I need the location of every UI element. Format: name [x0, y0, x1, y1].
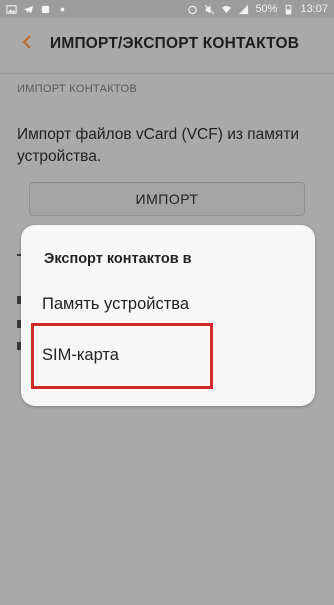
export-dialog: Экспорт контактов в Память устройства SI… — [21, 225, 315, 406]
option-sim-card[interactable]: SIM-карта — [42, 346, 119, 365]
option-device-memory[interactable]: Память устройства — [42, 295, 189, 314]
import-button[interactable]: ИМПОРТ — [29, 182, 305, 216]
status-right-icons: 50% 13:07 — [187, 3, 328, 15]
back-button[interactable] — [6, 18, 48, 70]
more-notifications-icon — [57, 4, 68, 15]
mute-icon — [204, 4, 215, 15]
battery-icon — [283, 4, 294, 15]
page-title: ИМПОРТ/ЭКСПОРТ КОНТАКТОВ — [50, 35, 300, 52]
wifi-icon — [221, 4, 232, 15]
signal-icon — [238, 4, 249, 15]
status-left-icons — [6, 4, 68, 15]
back-arrow-icon — [19, 34, 35, 55]
status-bar: 50% 13:07 — [0, 0, 334, 18]
telegram-icon — [23, 4, 34, 15]
battery-percent: 50% — [255, 3, 278, 15]
notification-icon — [40, 4, 51, 15]
image-icon — [6, 4, 17, 15]
clock: 13:07 — [300, 3, 328, 15]
alarm-icon — [187, 4, 198, 15]
import-description: Импорт файлов vCard (VCF) из памяти устр… — [17, 126, 300, 165]
action-bar: ИМПОРТ/ЭКСПОРТ КОНТАКТОВ — [0, 18, 334, 70]
divider — [0, 73, 334, 74]
dialog-title: Экспорт контактов в — [44, 251, 192, 267]
section-header-import: ИМПОРТ КОНТАКТОВ — [17, 83, 137, 95]
